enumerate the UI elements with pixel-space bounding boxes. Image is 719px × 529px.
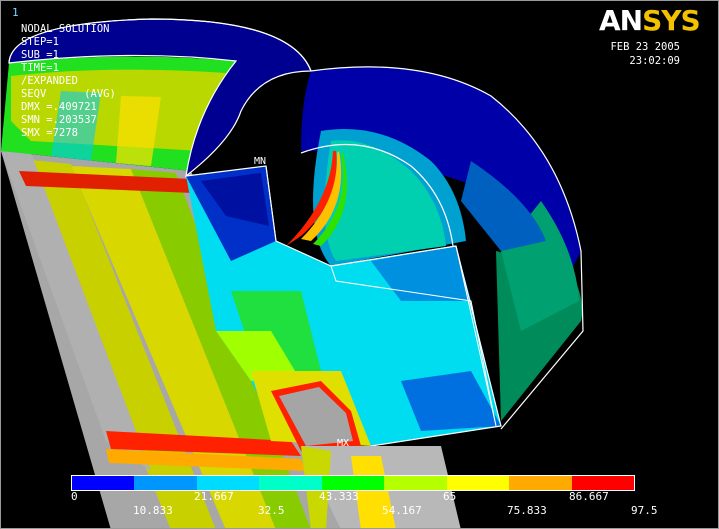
- legend-tick: 21.667: [194, 490, 234, 503]
- legend-tick: 86.667: [569, 490, 609, 503]
- legend-swatch: [384, 476, 447, 490]
- info-line: DMX =.409721: [21, 101, 97, 113]
- info-line: STEP=1: [21, 36, 59, 48]
- solution-info: NODAL SOLUTION STEP=1 SUB =1 TIME=1 /EXP…: [21, 23, 116, 140]
- legend-tick: 54.167: [382, 504, 422, 517]
- min-marker: MN: [254, 156, 267, 167]
- max-marker: MX: [337, 438, 350, 449]
- legend-swatch: [446, 476, 510, 490]
- legend-tick: 0: [71, 490, 78, 503]
- logo-part-an: AN: [599, 4, 643, 37]
- legend-swatch: [571, 476, 634, 490]
- legend-tick: 97.5: [631, 504, 658, 517]
- legend-swatch: [196, 476, 260, 490]
- legend-tick: 10.833: [133, 504, 173, 517]
- graphics-viewport[interactable]: 1 NODAL SOLUTION STEP=1 SUB =1 TIME=1 /E…: [0, 0, 719, 529]
- info-line: SUB =1: [21, 49, 59, 61]
- info-line: SMX =7278: [21, 127, 78, 139]
- legend-tick: 43.333: [319, 490, 359, 503]
- info-line: TIME=1: [21, 62, 59, 74]
- legend-tick: 65: [443, 490, 457, 503]
- date-stamp: FEB 23 2005: [610, 41, 680, 53]
- info-line: /EXPANDED: [21, 75, 78, 87]
- info-line: SMN =.203537: [21, 114, 97, 126]
- contour-legend-bar: [71, 475, 635, 491]
- legend-swatch: [72, 476, 135, 490]
- time-stamp: 23:02:09: [629, 55, 680, 67]
- info-line: SEQV (AVG): [21, 88, 116, 100]
- ansys-logo: ANSYS: [599, 4, 701, 37]
- legend-tick: 75.833: [507, 504, 547, 517]
- window-number: 1: [12, 6, 19, 19]
- info-line: NODAL SOLUTION: [21, 23, 110, 35]
- legend-swatch: [259, 476, 322, 490]
- legend-swatch: [134, 476, 197, 490]
- logo-part-sys: SYS: [642, 4, 701, 37]
- legend-tick: 32.5: [258, 504, 285, 517]
- legend-swatch: [509, 476, 572, 490]
- legend-swatch: [321, 476, 385, 490]
